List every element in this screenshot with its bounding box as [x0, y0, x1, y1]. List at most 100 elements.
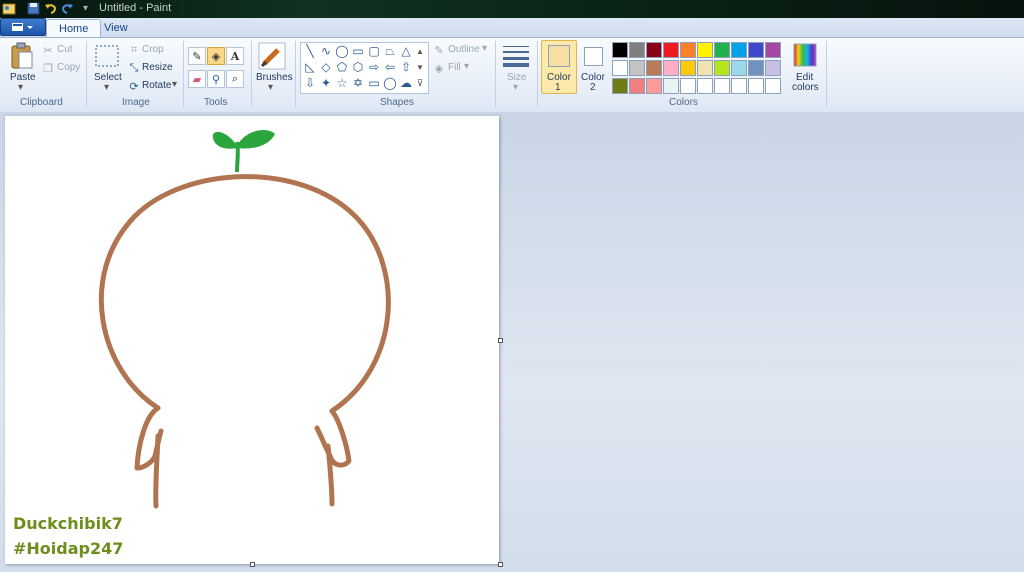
four-point-star-shape-icon[interactable]: ✦ [318, 75, 334, 91]
outline-icon[interactable]: ✎ [432, 43, 446, 57]
oval-callout-shape-icon[interactable]: ◯ [382, 75, 398, 91]
shapes-scroll-up-icon[interactable]: ▲ [414, 43, 426, 59]
palette-swatch[interactable] [714, 42, 730, 58]
palette-swatch[interactable] [748, 42, 764, 58]
crop-icon[interactable]: ⌗ [127, 43, 141, 57]
rectangle-shape-icon[interactable]: ▭ [350, 43, 366, 59]
rounded-callout-shape-icon[interactable]: ▭ [366, 75, 382, 91]
size-icon[interactable] [502, 44, 530, 68]
palette-swatch[interactable] [646, 78, 662, 94]
right-triangle-shape-icon[interactable]: ◺ [302, 59, 318, 75]
palette-swatch[interactable] [629, 60, 645, 76]
palette-swatch[interactable] [612, 42, 628, 58]
left-arrow-shape-icon[interactable]: ⇦ [382, 59, 398, 75]
polygon-shape-icon[interactable]: ⏢ [382, 43, 398, 59]
application-menu-button[interactable] [0, 18, 46, 36]
text-tool-icon[interactable]: A [226, 47, 244, 65]
color2-button[interactable] [584, 47, 603, 66]
brushes-icon[interactable] [258, 42, 286, 70]
oval-shape-icon[interactable]: ◯ [334, 43, 350, 59]
palette-swatch[interactable] [697, 78, 713, 94]
up-arrow-shape-icon[interactable]: ⇧ [398, 59, 414, 75]
fill-bucket-icon[interactable]: ◈ [207, 47, 225, 65]
palette-swatch[interactable] [731, 60, 747, 76]
down-arrow-shape-icon[interactable]: ⇩ [302, 75, 318, 91]
palette-swatch[interactable] [765, 60, 781, 76]
magnifier-icon[interactable]: ⌕ [226, 70, 244, 88]
paint-app-icon[interactable] [1, 1, 16, 16]
five-point-star-shape-icon[interactable]: ☆ [334, 75, 350, 91]
palette-swatch[interactable] [680, 42, 696, 58]
palette-swatch[interactable] [714, 78, 730, 94]
canvas-resize-handle-right[interactable] [498, 338, 503, 343]
tab-view[interactable]: View [92, 19, 140, 37]
undo-icon[interactable] [43, 1, 58, 16]
resize-icon[interactable]: ⤡ [127, 61, 141, 75]
cut-button[interactable]: Cut [57, 44, 73, 55]
edit-colors-icon[interactable] [793, 43, 817, 67]
cloud-callout-shape-icon[interactable]: ☁ [398, 75, 414, 91]
fill-button[interactable]: Fill [448, 62, 461, 73]
brushes-dropdown-icon[interactable]: ▾ [268, 82, 273, 93]
copy-button[interactable]: Copy [57, 62, 80, 73]
redo-icon[interactable] [60, 1, 75, 16]
outline-button[interactable]: Outline [448, 44, 480, 55]
palette-swatch[interactable] [663, 78, 679, 94]
paste-dropdown-icon[interactable]: ▾ [18, 82, 23, 93]
fill-icon[interactable]: ◈ [432, 61, 446, 75]
pentagon-shape-icon[interactable]: ⬠ [334, 59, 350, 75]
save-icon[interactable] [26, 1, 41, 16]
palette-swatch[interactable] [731, 78, 747, 94]
diamond-shape-icon[interactable]: ◇ [318, 59, 334, 75]
cut-icon[interactable]: ✂ [41, 43, 55, 57]
palette-swatch[interactable] [765, 42, 781, 58]
rotate-button[interactable]: Rotate [142, 80, 171, 91]
color-picker-icon[interactable]: ⚲ [207, 70, 225, 88]
select-dropdown-icon[interactable]: ▾ [104, 82, 109, 93]
customize-toolbar-icon[interactable]: ▾ [78, 1, 93, 16]
triangle-shape-icon[interactable]: △ [398, 43, 414, 59]
hexagon-shape-icon[interactable]: ⬡ [350, 59, 366, 75]
six-point-star-shape-icon[interactable]: ✡ [350, 75, 366, 91]
right-arrow-shape-icon[interactable]: ⇨ [366, 59, 382, 75]
palette-swatch[interactable] [629, 42, 645, 58]
canvas-resize-handle-bottom[interactable] [250, 562, 255, 567]
palette-swatch[interactable] [612, 78, 628, 94]
size-dropdown-icon[interactable]: ▾ [513, 82, 518, 93]
crop-button[interactable]: Crop [142, 44, 164, 55]
edit-colors-label-2[interactable]: colors [792, 82, 819, 93]
palette-swatch[interactable] [680, 78, 696, 94]
canvas-resize-handle-corner[interactable] [498, 562, 503, 567]
palette-swatch[interactable] [714, 60, 730, 76]
palette-swatch[interactable] [731, 42, 747, 58]
eraser-icon[interactable]: ▰ [188, 70, 206, 88]
copy-icon[interactable]: ❐ [41, 61, 55, 75]
palette-swatch[interactable] [612, 60, 628, 76]
fill-dropdown-icon[interactable]: ▾ [464, 61, 469, 72]
palette-swatch[interactable] [680, 60, 696, 76]
drawing-canvas[interactable]: Duckchibik7 #Hoidap247 [5, 116, 499, 564]
rotate-dropdown-icon[interactable]: ▾ [172, 79, 177, 90]
palette-swatch[interactable] [697, 42, 713, 58]
palette-swatch[interactable] [663, 60, 679, 76]
shapes-expand-icon[interactable]: ⊽ [414, 75, 426, 91]
curve-shape-icon[interactable]: ∿ [318, 43, 334, 59]
paste-icon[interactable] [9, 42, 35, 70]
outline-dropdown-icon[interactable]: ▾ [482, 43, 487, 54]
palette-swatch[interactable] [748, 78, 764, 94]
palette-swatch[interactable] [765, 78, 781, 94]
resize-button[interactable]: Resize [142, 62, 173, 73]
select-icon[interactable] [94, 44, 120, 68]
shapes-scroll-down-icon[interactable]: ▼ [414, 59, 426, 75]
palette-swatch[interactable] [629, 78, 645, 94]
palette-swatch[interactable] [697, 60, 713, 76]
brushes-button[interactable]: Brushes [256, 72, 293, 83]
palette-swatch[interactable] [748, 60, 764, 76]
line-shape-icon[interactable]: ╲ [302, 43, 318, 59]
palette-swatch[interactable] [646, 60, 662, 76]
rounded-rectangle-shape-icon[interactable]: ▢ [366, 43, 382, 59]
palette-swatch[interactable] [663, 42, 679, 58]
rotate-icon[interactable]: ⟳ [127, 79, 141, 93]
palette-swatch[interactable] [646, 42, 662, 58]
pencil-icon[interactable]: ✎ [188, 47, 206, 65]
